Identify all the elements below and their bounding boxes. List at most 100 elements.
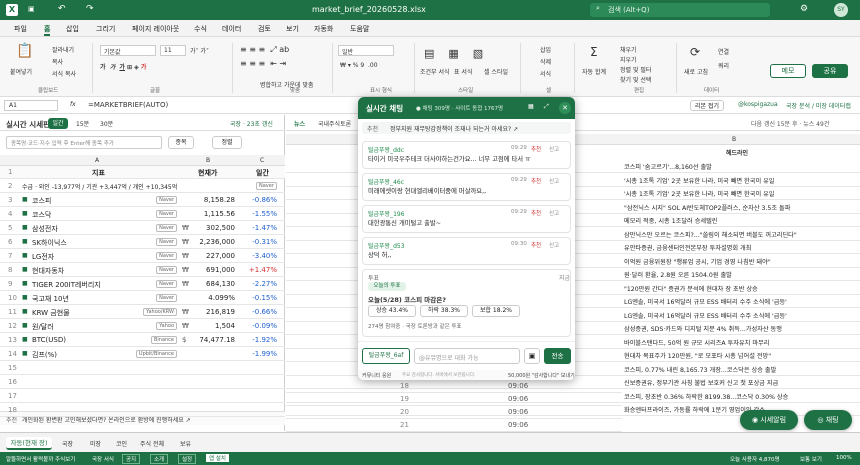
fx-icon[interactable]: fx (70, 101, 76, 108)
cell-style-button[interactable]: 셀 스타일 (484, 67, 508, 76)
empty-row[interactable]: 16 (0, 376, 285, 389)
collapse-ribbon-button[interactable]: 리본 접기 (690, 100, 724, 111)
tab-formulas[interactable]: 수식 (194, 24, 207, 34)
status-btn-notice[interactable]: 공지 (122, 454, 141, 464)
redo-icon[interactable]: ↷ (86, 4, 94, 14)
paste-button[interactable]: 붙여넣기 (10, 67, 32, 76)
recommend-button[interactable]: 추천 (531, 209, 541, 217)
tab-review[interactable]: 검토 (258, 24, 271, 34)
sheet-tab-kr[interactable]: 국장 (62, 439, 73, 448)
tab-news[interactable]: 뉴스 (294, 119, 305, 128)
chat-username[interactable]: 털금푸왕_ddc (368, 145, 404, 154)
sort-filter-button[interactable]: 정렬 및 필터 (620, 65, 651, 74)
bold-icon[interactable]: 가 가 가 ⊞ ◈ 가 (100, 62, 146, 71)
chat-input[interactable]: @유뮤명으로 대화 가능 (414, 348, 520, 364)
tab-forum[interactable]: 국내주식토론 (318, 119, 351, 128)
tab-file[interactable]: 파일 (14, 24, 27, 34)
refresh-icon[interactable]: ⟳ (690, 45, 700, 59)
tab-insert[interactable]: 삽입 (66, 24, 79, 34)
tab-view[interactable]: 보기 (286, 24, 299, 34)
quote-row[interactable]: 12 ■ 원/달러 Yahoo ₩ 1,504 -0.09% (0, 320, 285, 333)
chat-user-chip[interactable]: 털금푸왕_6af (362, 348, 410, 364)
cut-button[interactable]: 잘라내기 (52, 45, 74, 54)
price-alert-button[interactable]: ◉ 시세알림 (740, 410, 798, 430)
format-painter-button[interactable]: 서식 복사 (52, 69, 76, 78)
status-btn-intro[interactable]: 소개 (150, 454, 169, 464)
align-icons-2[interactable]: ≡ ≡ ≡ ⇤ ⇥ (240, 59, 286, 68)
paste-icon[interactable]: 📋 (16, 43, 33, 59)
find-select-button[interactable]: 찾기 및 선택 (620, 75, 651, 84)
tab-draw[interactable]: 그리기 (96, 24, 115, 34)
delete-button[interactable]: 삭제 (540, 57, 551, 66)
stock-search-input[interactable]: 종목명·코드·지수 입력 후 Enter해 종목 추가 (6, 136, 162, 149)
report-button[interactable]: 신고 (549, 177, 559, 185)
fill-button[interactable]: 채우기 (620, 45, 637, 54)
autosum-button[interactable]: 자동 합계 (582, 67, 606, 76)
sheet-tab-auto[interactable]: 자동(현재 장) (6, 437, 52, 450)
send-button[interactable]: 전송 (544, 348, 571, 364)
tab-home[interactable]: 홈 (44, 24, 51, 36)
quote-row[interactable]: 13 ■ BTC(USD) Binance $ 74,477.18 -1.92% (0, 334, 285, 347)
chat-fab-button[interactable]: ◎ 채팅 (804, 410, 852, 430)
search-box[interactable]: ⌕ 검색 (Alt+Q) (590, 3, 770, 17)
settings-icon[interactable]: ⚙ (800, 4, 808, 14)
poll-option-flat[interactable]: 보합 18.2% (472, 305, 520, 317)
quote-row[interactable]: 4 ■ 코스닥 Naver 1,115.56 -1.55% (0, 208, 285, 221)
status-btn-settings[interactable]: 설정 (178, 454, 197, 464)
tab-30min[interactable]: 30분 (100, 119, 113, 128)
quote-row[interactable]: 6 ■ SK하이닉스 Naver ₩ 2,236,000 -0.31% (0, 236, 285, 249)
view-mode[interactable]: 보통 보기 (800, 455, 822, 463)
report-button[interactable]: 신고 (549, 145, 559, 153)
save-icon[interactable]: ▣ (28, 5, 35, 13)
quote-row[interactable]: 7 ■ LG전자 Naver ₩ 227,000 -3.40% (0, 250, 285, 263)
zoom-level[interactable]: 100% (836, 455, 852, 461)
quote-row[interactable]: 10 ■ 국고채 10년 Naver 4.099% -0.15% (0, 292, 285, 305)
autosum-icon[interactable]: Σ (590, 45, 598, 59)
merge-button[interactable]: 병합하고 가운데 맞춤 (260, 80, 314, 89)
sheet-tab-hold[interactable]: 보유 (180, 439, 191, 448)
share-button[interactable]: 공유 (812, 64, 848, 78)
tab-automate[interactable]: 자동화 (314, 24, 333, 34)
poll-option-up[interactable]: 상승 43.4% (368, 305, 416, 317)
chat-username[interactable]: 털금푸왕_196 (368, 209, 405, 218)
font-size-select[interactable]: 11 (160, 45, 186, 56)
quote-row[interactable]: 9 ■ TIGER 200IT레버리지 Naver ₩ 684,130 -2.2… (0, 278, 285, 291)
conditional-format-button[interactable]: 조건부 서식 (420, 67, 450, 76)
report-button[interactable]: 신고 (549, 241, 559, 249)
copy-button[interactable]: 복사 (52, 57, 63, 66)
sheet-tab-us[interactable]: 미장 (90, 439, 101, 448)
format-button[interactable]: 서식 (540, 69, 551, 78)
recommend-button[interactable]: 추천 (531, 241, 541, 249)
table-format-button[interactable]: 표 서식 (454, 67, 472, 76)
poll-option-down[interactable]: 하락 38.3% (420, 305, 468, 317)
align-icons[interactable]: ≡ ≡ ≡ ⤢ ab (240, 45, 289, 55)
connections-button[interactable]: 연결 (718, 47, 729, 56)
tab-15min[interactable]: 15분 (76, 119, 89, 128)
image-icon[interactable]: ▣ (524, 348, 540, 364)
tab-daily[interactable]: 일간 (48, 118, 68, 129)
stock-button[interactable]: 종목 (168, 136, 194, 149)
number-format-select[interactable]: 일반 (338, 45, 394, 56)
chat-username[interactable]: 털금푸왕_46c (368, 177, 404, 186)
tab-layout[interactable]: 페이지 레이아웃 (132, 24, 179, 34)
empty-row[interactable]: 15 (0, 362, 285, 375)
expand-icon[interactable]: ⤢ (544, 103, 549, 111)
clear-button[interactable]: 지우기 (620, 55, 637, 64)
avatar[interactable]: SY (834, 3, 848, 17)
undo-icon[interactable]: ↶ (58, 4, 66, 14)
chat-username[interactable]: 털금푸왕_d53 (368, 241, 405, 250)
tab-data[interactable]: 데이터 (222, 24, 241, 34)
memo-button[interactable]: 메모 (770, 64, 806, 78)
font-grow-icon[interactable]: 가˄ 가˅ (190, 46, 209, 55)
quote-row[interactable]: 14 ■ 김프(%) Upbit/Binance -1.99% (0, 348, 285, 361)
quote-row[interactable]: 5 ■ 삼성전자 Naver ₩ 302,500 -1.47% (0, 222, 285, 235)
query-button[interactable]: 쿼리 (718, 61, 729, 70)
top-notice[interactable]: 국장 분석 / 미장 데이터랩 (786, 101, 851, 110)
empty-row[interactable]: 17 (0, 390, 285, 403)
empty-row[interactable]: 18 (0, 404, 285, 417)
sort-button[interactable]: 정렬 (212, 136, 242, 149)
report-button[interactable]: 신고 (549, 209, 559, 217)
sheet-tab-coin[interactable]: 코인 (116, 439, 127, 448)
sheet-tab-all[interactable]: 주식 전체 (140, 439, 164, 448)
refresh-button[interactable]: 새로 고침 (684, 67, 708, 76)
